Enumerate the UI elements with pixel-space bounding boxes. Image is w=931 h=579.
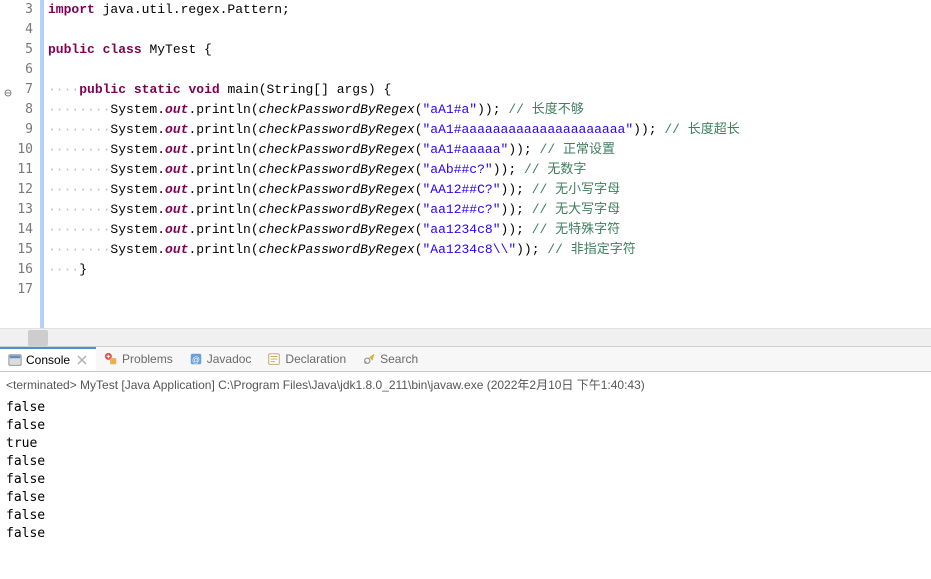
problems-icon [104, 352, 118, 366]
code-line[interactable] [48, 20, 931, 40]
line-number: 3 [0, 0, 39, 20]
code-line[interactable] [48, 60, 931, 80]
code-line[interactable]: ········System.out.println(checkPassword… [48, 240, 931, 260]
line-number[interactable]: ⊖7 [0, 80, 39, 100]
line-number: 6 [0, 60, 39, 80]
line-number: 5 [0, 40, 39, 60]
line-number: 4 [0, 20, 39, 40]
line-number: 15 [0, 240, 39, 260]
code-line[interactable]: ········System.out.println(checkPassword… [48, 220, 931, 240]
console-line: true [6, 435, 925, 453]
code-line[interactable]: public class MyTest { [48, 40, 931, 60]
line-number: 10 [0, 140, 39, 160]
code-line[interactable]: import java.util.regex.Pattern; [48, 0, 931, 20]
line-number: 8 [0, 100, 39, 120]
console-process-info: <terminated> MyTest [Java Application] C… [0, 372, 931, 397]
tab-label: Console [26, 353, 70, 367]
line-number: 13 [0, 200, 39, 220]
console-line: false [6, 489, 925, 507]
line-number: 9 [0, 120, 39, 140]
tab-label: Declaration [285, 352, 346, 366]
console-line: false [6, 453, 925, 471]
tab-label: Search [380, 352, 418, 366]
tab-problems[interactable]: Problems [96, 347, 181, 371]
code-line[interactable]: ····} [48, 260, 931, 280]
line-number: 11 [0, 160, 39, 180]
line-number: 12 [0, 180, 39, 200]
console-line: false [6, 471, 925, 489]
search-icon [362, 352, 376, 366]
process-path: MyTest [Java Application] C:\Program Fil… [77, 378, 645, 392]
tab-label: Problems [122, 352, 173, 366]
tab-javadoc[interactable]: @ Javadoc [181, 347, 260, 371]
tab-console[interactable]: Console [0, 347, 96, 371]
line-gutter: 3 4 5 6 ⊖7 8 9 10 11 12 13 14 15 16 17 [0, 0, 40, 328]
code-line[interactable]: ········System.out.println(checkPassword… [48, 180, 931, 200]
code-line[interactable]: ········System.out.println(checkPassword… [48, 200, 931, 220]
console-output[interactable]: false false true false false false false… [0, 397, 931, 545]
editor-pane[interactable]: 3 4 5 6 ⊖7 8 9 10 11 12 13 14 15 16 17 i… [0, 0, 931, 328]
code-line[interactable]: ····public static void main(String[] arg… [48, 80, 931, 100]
fold-toggle-icon[interactable]: ⊖ [2, 84, 12, 94]
tab-label: Javadoc [207, 352, 252, 366]
line-number: 14 [0, 220, 39, 240]
code-area[interactable]: import java.util.regex.Pattern; public c… [44, 0, 931, 328]
code-line[interactable] [48, 280, 931, 300]
console-line: false [6, 525, 925, 543]
console-line: false [6, 417, 925, 435]
declaration-icon [267, 352, 281, 366]
tab-declaration[interactable]: Declaration [259, 347, 354, 371]
line-number: 17 [0, 280, 39, 300]
code-line[interactable]: ········System.out.println(checkPassword… [48, 140, 931, 160]
console-line: false [6, 399, 925, 417]
tab-search[interactable]: Search [354, 347, 426, 371]
horizontal-scrollbar[interactable] [0, 328, 931, 346]
line-number: 16 [0, 260, 39, 280]
scrollbar-thumb[interactable] [28, 330, 48, 346]
bottom-view-tabs: Console Problems @ Javadoc Declaration S… [0, 346, 931, 372]
close-icon[interactable] [76, 354, 88, 366]
code-line[interactable]: ········System.out.println(checkPassword… [48, 160, 931, 180]
javadoc-icon: @ [189, 352, 203, 366]
code-line[interactable]: ········System.out.println(checkPassword… [48, 100, 931, 120]
code-line[interactable]: ········System.out.println(checkPassword… [48, 120, 931, 140]
console-icon [8, 353, 22, 367]
terminated-label: <terminated> [6, 378, 77, 392]
console-line: false [6, 507, 925, 525]
svg-text:@: @ [192, 356, 200, 365]
